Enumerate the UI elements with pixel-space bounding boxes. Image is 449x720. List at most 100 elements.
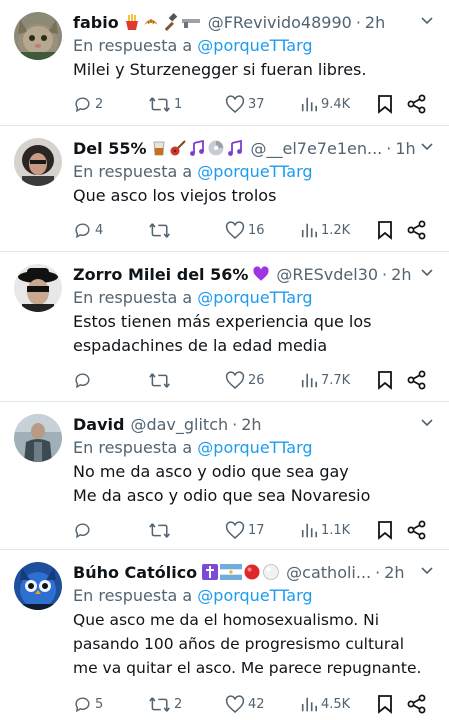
retweet-button[interactable] [149, 218, 174, 242]
views-icon [301, 97, 318, 112]
heart-icon [225, 220, 245, 239]
heart-icon [225, 520, 245, 539]
action-bar: 5 2 42 4.5K [73, 692, 435, 716]
post-1[interactable]: Del 55% @__el7e7e1en... · 1h En respuest… [0, 126, 449, 252]
separator-dot: · [386, 138, 392, 158]
share-button[interactable] [407, 92, 427, 116]
post-text: Que asco me da el homosexualismo. Ni pas… [73, 611, 422, 677]
avatar-fabio[interactable] [14, 12, 62, 60]
reply-context: En respuesta a @porqueTTarg [73, 586, 313, 605]
avatar-buho[interactable] [14, 562, 62, 610]
more-options-icon[interactable] [417, 560, 437, 580]
bookmark-button[interactable] [376, 368, 394, 392]
reply-icon [75, 222, 90, 238]
post-text: Que asco los viejos trolos [73, 186, 277, 205]
reply-mention[interactable]: @porqueTTarg [197, 586, 312, 605]
purple-heart-icon [253, 266, 269, 281]
author-name[interactable]: Zorro Milei del 56% [73, 265, 248, 284]
fries-icon [125, 14, 138, 30]
views-button[interactable]: 1.1K [300, 518, 350, 542]
retweet-icon [149, 372, 170, 388]
avatar-david[interactable] [14, 414, 62, 462]
reply-context: En respuesta a @porqueTTarg [73, 288, 313, 307]
reply-icon [75, 522, 90, 538]
separator-dot: · [375, 562, 381, 582]
reply-mention[interactable]: @porqueTTarg [197, 36, 312, 55]
avatar-zorro[interactable] [14, 264, 62, 312]
like-button[interactable]: 16 [225, 218, 265, 242]
name-emojis [252, 265, 270, 283]
music-notes-icon [228, 139, 243, 156]
post-time[interactable]: 2h [365, 13, 385, 32]
heart-icon [225, 94, 245, 113]
like-button[interactable]: 37 [225, 92, 265, 116]
croissant-icon [143, 19, 158, 25]
post-text: No me da asco y odio que sea gay Me da a… [73, 462, 371, 505]
share-button[interactable] [407, 218, 427, 242]
author-handle[interactable]: @catholi... [286, 563, 371, 582]
post-2[interactable]: Zorro Milei del 56% @RESvdel30 · 2h En r… [0, 252, 449, 402]
bookmark-icon [378, 695, 392, 714]
share-button[interactable] [407, 692, 427, 716]
reply-button[interactable] [73, 518, 95, 542]
bookmark-button[interactable] [376, 92, 394, 116]
retweet-button[interactable] [149, 518, 174, 542]
views-button[interactable]: 9.4K [300, 92, 350, 116]
reply-button[interactable] [73, 368, 95, 392]
reply-button[interactable]: 2 [73, 92, 103, 116]
author-name[interactable]: Del 55% [73, 139, 146, 158]
bookmark-icon [378, 371, 392, 390]
reply-mention[interactable]: @porqueTTarg [197, 162, 312, 181]
share-button[interactable] [407, 368, 427, 392]
retweet-button[interactable]: 1 [149, 92, 182, 116]
action-bar: 17 1.1K [73, 518, 435, 542]
post-4[interactable]: Búho Católico @catholi... · 2h En respue… [0, 550, 449, 720]
post-0[interactable]: fabio @FRevivido48990 · 2h En respuesta … [0, 0, 449, 126]
avatar-del55[interactable] [14, 138, 62, 186]
retweet-button[interactable]: 2 [149, 692, 182, 716]
reply-button[interactable]: 4 [73, 218, 103, 242]
white-ball-icon [263, 564, 280, 580]
separator-dot: · [355, 12, 361, 32]
retweet-button[interactable] [149, 368, 174, 392]
like-button[interactable]: 42 [225, 692, 265, 716]
author-name[interactable]: fabio [73, 13, 119, 32]
heart-icon [225, 694, 245, 713]
views-button[interactable]: 7.7K [300, 368, 350, 392]
share-icon [407, 520, 426, 540]
reply-button[interactable]: 5 [73, 692, 103, 716]
share-icon [407, 220, 426, 240]
more-options-icon[interactable] [417, 262, 437, 282]
more-options-icon[interactable] [417, 412, 437, 432]
heart-icon [225, 370, 245, 389]
bookmark-icon [378, 221, 392, 240]
author-handle[interactable]: @dav_glitch [130, 415, 228, 434]
author-handle[interactable]: @RESvdel30 [276, 265, 378, 284]
views-button[interactable]: 4.5K [300, 692, 350, 716]
post-time[interactable]: 1h [395, 139, 415, 158]
like-button[interactable]: 17 [225, 518, 265, 542]
share-icon [407, 370, 426, 390]
post-time[interactable]: 2h [391, 265, 411, 284]
author-name[interactable]: Búho Católico [73, 563, 197, 582]
post-3[interactable]: David @dav_glitch · 2h En respuesta a @p… [0, 402, 449, 550]
like-button[interactable]: 26 [225, 368, 265, 392]
argentina-flag-icon [220, 564, 243, 580]
bookmark-button[interactable] [376, 692, 394, 716]
more-options-icon[interactable] [417, 136, 437, 156]
name-emojis [123, 13, 202, 31]
bookmark-button[interactable] [376, 218, 394, 242]
reply-mention[interactable]: @porqueTTarg [197, 438, 312, 457]
more-options-icon[interactable] [417, 10, 437, 30]
author-name[interactable]: David [73, 415, 124, 434]
reply-icon [75, 372, 90, 388]
share-button[interactable] [407, 518, 427, 542]
post-time[interactable]: 2h [384, 563, 404, 582]
reply-mention[interactable]: @porqueTTarg [197, 288, 312, 307]
author-handle[interactable]: @__el7e7e1en... [250, 139, 382, 158]
reply-context: En respuesta a @porqueTTarg [73, 438, 313, 457]
post-time[interactable]: 2h [241, 415, 261, 434]
bookmark-button[interactable] [376, 518, 394, 542]
views-button[interactable]: 1.2K [300, 218, 350, 242]
author-handle[interactable]: @FRevivido48990 [208, 13, 352, 32]
